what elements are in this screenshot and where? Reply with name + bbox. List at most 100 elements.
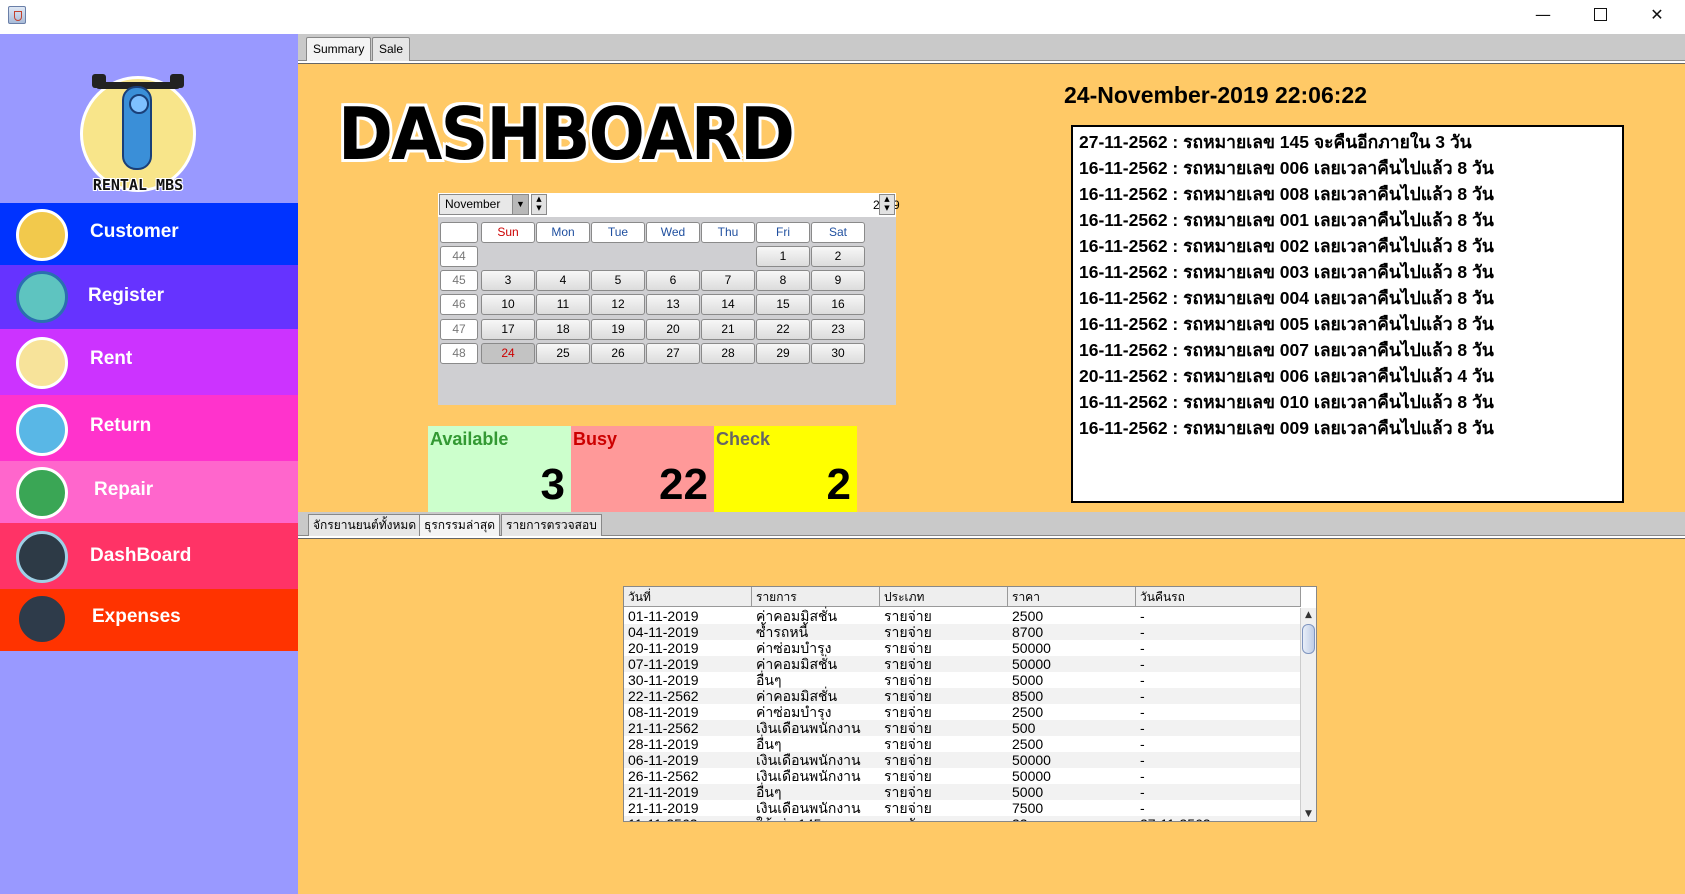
status-card-label: Busy: [573, 429, 618, 449]
table-cell: ให้เช่า 145: [752, 816, 821, 821]
scroll-thumb[interactable]: [1302, 624, 1315, 654]
table-cell: ค่าคอมมิสชั่น: [756, 656, 838, 672]
sidebar-item-repair[interactable]: Repair: [0, 461, 298, 523]
calendar-day[interactable]: 26: [591, 342, 645, 364]
calendar-day[interactable]: 13: [646, 294, 700, 316]
month-select[interactable]: November ▼: [439, 194, 529, 215]
scroll-down-icon[interactable]: ▼: [1301, 807, 1316, 821]
calendar-day[interactable]: 14: [701, 294, 755, 316]
table-row[interactable]: 21-11-2019 อื่นๆ รายจ่าย 5000 -: [624, 784, 1301, 800]
sidebar-item-rent[interactable]: Rent: [0, 329, 298, 395]
dashboard-icon: [16, 531, 68, 583]
table-row[interactable]: 21-11-2019 เงินเดือนพนักงาน รายจ่าย 7500 -: [624, 800, 1301, 816]
sidebar-item-expenses[interactable]: Expenses: [0, 589, 298, 651]
table-row[interactable]: 20-11-2019 ค่าซ่อมบำรุง รายจ่าย 50000 -: [624, 640, 1301, 656]
day-name-header: Mon: [536, 222, 590, 243]
calendar-day[interactable]: 28: [701, 342, 755, 364]
calendar-day[interactable]: 18: [536, 318, 590, 340]
sidebar-item-return[interactable]: Return: [0, 395, 298, 461]
column-header[interactable]: วันคืนรถ: [1136, 587, 1301, 607]
calendar-day[interactable]: 1: [756, 246, 810, 267]
table-cell: รายจ่าย: [884, 640, 932, 656]
calendar-day[interactable]: 24: [481, 342, 535, 364]
sidebar-item-label: Register: [88, 285, 165, 306]
table-row[interactable]: 01-11-2019 ค่าคอมมิสชั่น รายจ่าย 2500 -: [624, 608, 1301, 624]
scroll-up-icon[interactable]: ▲: [1301, 608, 1316, 623]
tab-all-motorcycles[interactable]: จักรยานยนต์ทั้งหมด: [308, 514, 422, 536]
table-cell: -: [1140, 656, 1145, 672]
page-title: DASHBOARD: [338, 92, 795, 176]
column-header[interactable]: รายการ: [752, 587, 880, 607]
calendar-day[interactable]: 12: [591, 294, 645, 316]
table-row[interactable]: 22-11-2562 ค่าคอมมิสชั่น รายจ่าย 8500 -: [624, 688, 1301, 704]
vertical-scrollbar[interactable]: ▲ ▼: [1300, 608, 1316, 821]
tab-inspection-list[interactable]: รายการตรวจสอบ: [501, 514, 602, 536]
sidebar-item-dashboard[interactable]: DashBoard: [0, 523, 298, 589]
calendar-day[interactable]: 16: [811, 294, 865, 316]
calendar-day[interactable]: 8: [756, 270, 810, 292]
notification-list: 27-11-2562 : รถหมายเลข 145 จะคืนอีกภายใน…: [1071, 125, 1624, 503]
calendar-day[interactable]: 10: [481, 294, 535, 316]
maximize-button[interactable]: [1575, 0, 1625, 30]
table-cell: ค่าซ่อมบำรุง: [756, 704, 832, 720]
sidebar: RENTAL MBS Customer Register Rent Return…: [0, 34, 298, 894]
calendar-day[interactable]: 25: [536, 342, 590, 364]
table-row[interactable]: 21-11-2562 เงินเดือนพนักงาน รายจ่าย 500 -: [624, 720, 1301, 736]
calendar-day[interactable]: 21: [701, 318, 755, 340]
calendar-day[interactable]: 4: [536, 270, 590, 292]
month-value: November: [445, 197, 501, 211]
close-button[interactable]: ✕: [1632, 0, 1682, 30]
calendar-day[interactable]: 7: [701, 270, 755, 292]
notification-item: 27-11-2562 : รถหมายเลข 145 จะคืนอีกภายใน…: [1079, 132, 1472, 152]
year-spinner[interactable]: ▲ ▼: [879, 194, 895, 215]
table-row[interactable]: 07-11-2019 ค่าคอมมิสชั่น รายจ่าย 50000 -: [624, 656, 1301, 672]
week-header-corner: [440, 222, 478, 243]
table-cell: เงินเดือนพนักงาน: [756, 768, 861, 784]
table-cell: อื่นๆ: [756, 784, 782, 800]
table-row[interactable]: 28-11-2019 อื่นๆ รายจ่าย 2500 -: [624, 736, 1301, 752]
table-row[interactable]: 26-11-2562 เงินเดือนพนักงาน รายจ่าย 50000 -: [624, 768, 1301, 784]
status-card-value: 22: [659, 460, 708, 509]
table-cell: 26-11-2562: [628, 768, 699, 784]
table-cell: 20-11-2019: [628, 640, 699, 656]
calendar-day[interactable]: 30: [811, 342, 865, 364]
calendar-day[interactable]: 3: [481, 270, 535, 292]
maximize-icon: [1593, 7, 1607, 21]
table-row[interactable]: 30-11-2019 อื่นๆ รายจ่าย 5000 -: [624, 672, 1301, 688]
tab-recent-transactions[interactable]: ธุรกรรมล่าสุด: [419, 514, 501, 536]
calendar-day[interactable]: 17: [481, 318, 535, 340]
calendar-day[interactable]: 23: [811, 318, 865, 340]
calendar-day[interactable]: 29: [756, 342, 810, 364]
table-row[interactable]: 08-11-2019 ค่าซ่อมบำรุง รายจ่าย 2500 -: [624, 704, 1301, 720]
table-row[interactable]: 11-11-2562 ให้เช่า 145 รายรับ 32 27-11-2562: [624, 816, 1301, 821]
calendar-day[interactable]: 2: [811, 246, 865, 267]
calendar-day[interactable]: 20: [646, 318, 700, 340]
tab-summary[interactable]: Summary: [306, 37, 372, 61]
minimize-button[interactable]: —: [1518, 0, 1568, 30]
calendar-day[interactable]: 22: [756, 318, 810, 340]
calendar-day[interactable]: 9: [811, 270, 865, 292]
column-header[interactable]: ประเภท: [880, 587, 1008, 607]
table-cell: 2500: [1012, 704, 1044, 720]
calendar-day[interactable]: 5: [591, 270, 645, 292]
table-row[interactable]: 06-11-2019 เงินเดือนพนักงาน รายจ่าย 50000 -: [624, 752, 1301, 768]
column-header[interactable]: ราคา: [1008, 587, 1136, 607]
table-cell: 08-11-2019: [628, 704, 699, 720]
current-datetime: 24-November-2019 22:06:22: [1064, 82, 1368, 108]
calendar-day[interactable]: 6: [646, 270, 700, 292]
calendar-day[interactable]: 11: [536, 294, 590, 316]
tab-sale[interactable]: Sale: [372, 37, 411, 61]
sidebar-item-register[interactable]: Register: [0, 265, 298, 329]
chevron-down-icon[interactable]: ▼: [512, 195, 528, 214]
column-header[interactable]: วันที่: [624, 587, 752, 607]
transactions-table: วันที่ รายการ ประเภท ราคา วันคืนรถ 01-11-201…: [623, 586, 1317, 822]
calendar-day[interactable]: 15: [756, 294, 810, 316]
table-row[interactable]: 04-11-2019 ซ้ำรถหนี้ รายจ่าย 8700 -: [624, 624, 1301, 640]
status-card-value: 3: [540, 460, 565, 509]
sidebar-item-customer[interactable]: Customer: [0, 203, 298, 265]
sidebar-item-label: Return: [90, 415, 152, 436]
calendar-day[interactable]: 27: [646, 342, 700, 364]
table-cell: ค่าคอมมิสชั่น: [756, 608, 838, 624]
month-spinner[interactable]: ▲ ▼: [531, 194, 547, 215]
calendar-day[interactable]: 19: [591, 318, 645, 340]
